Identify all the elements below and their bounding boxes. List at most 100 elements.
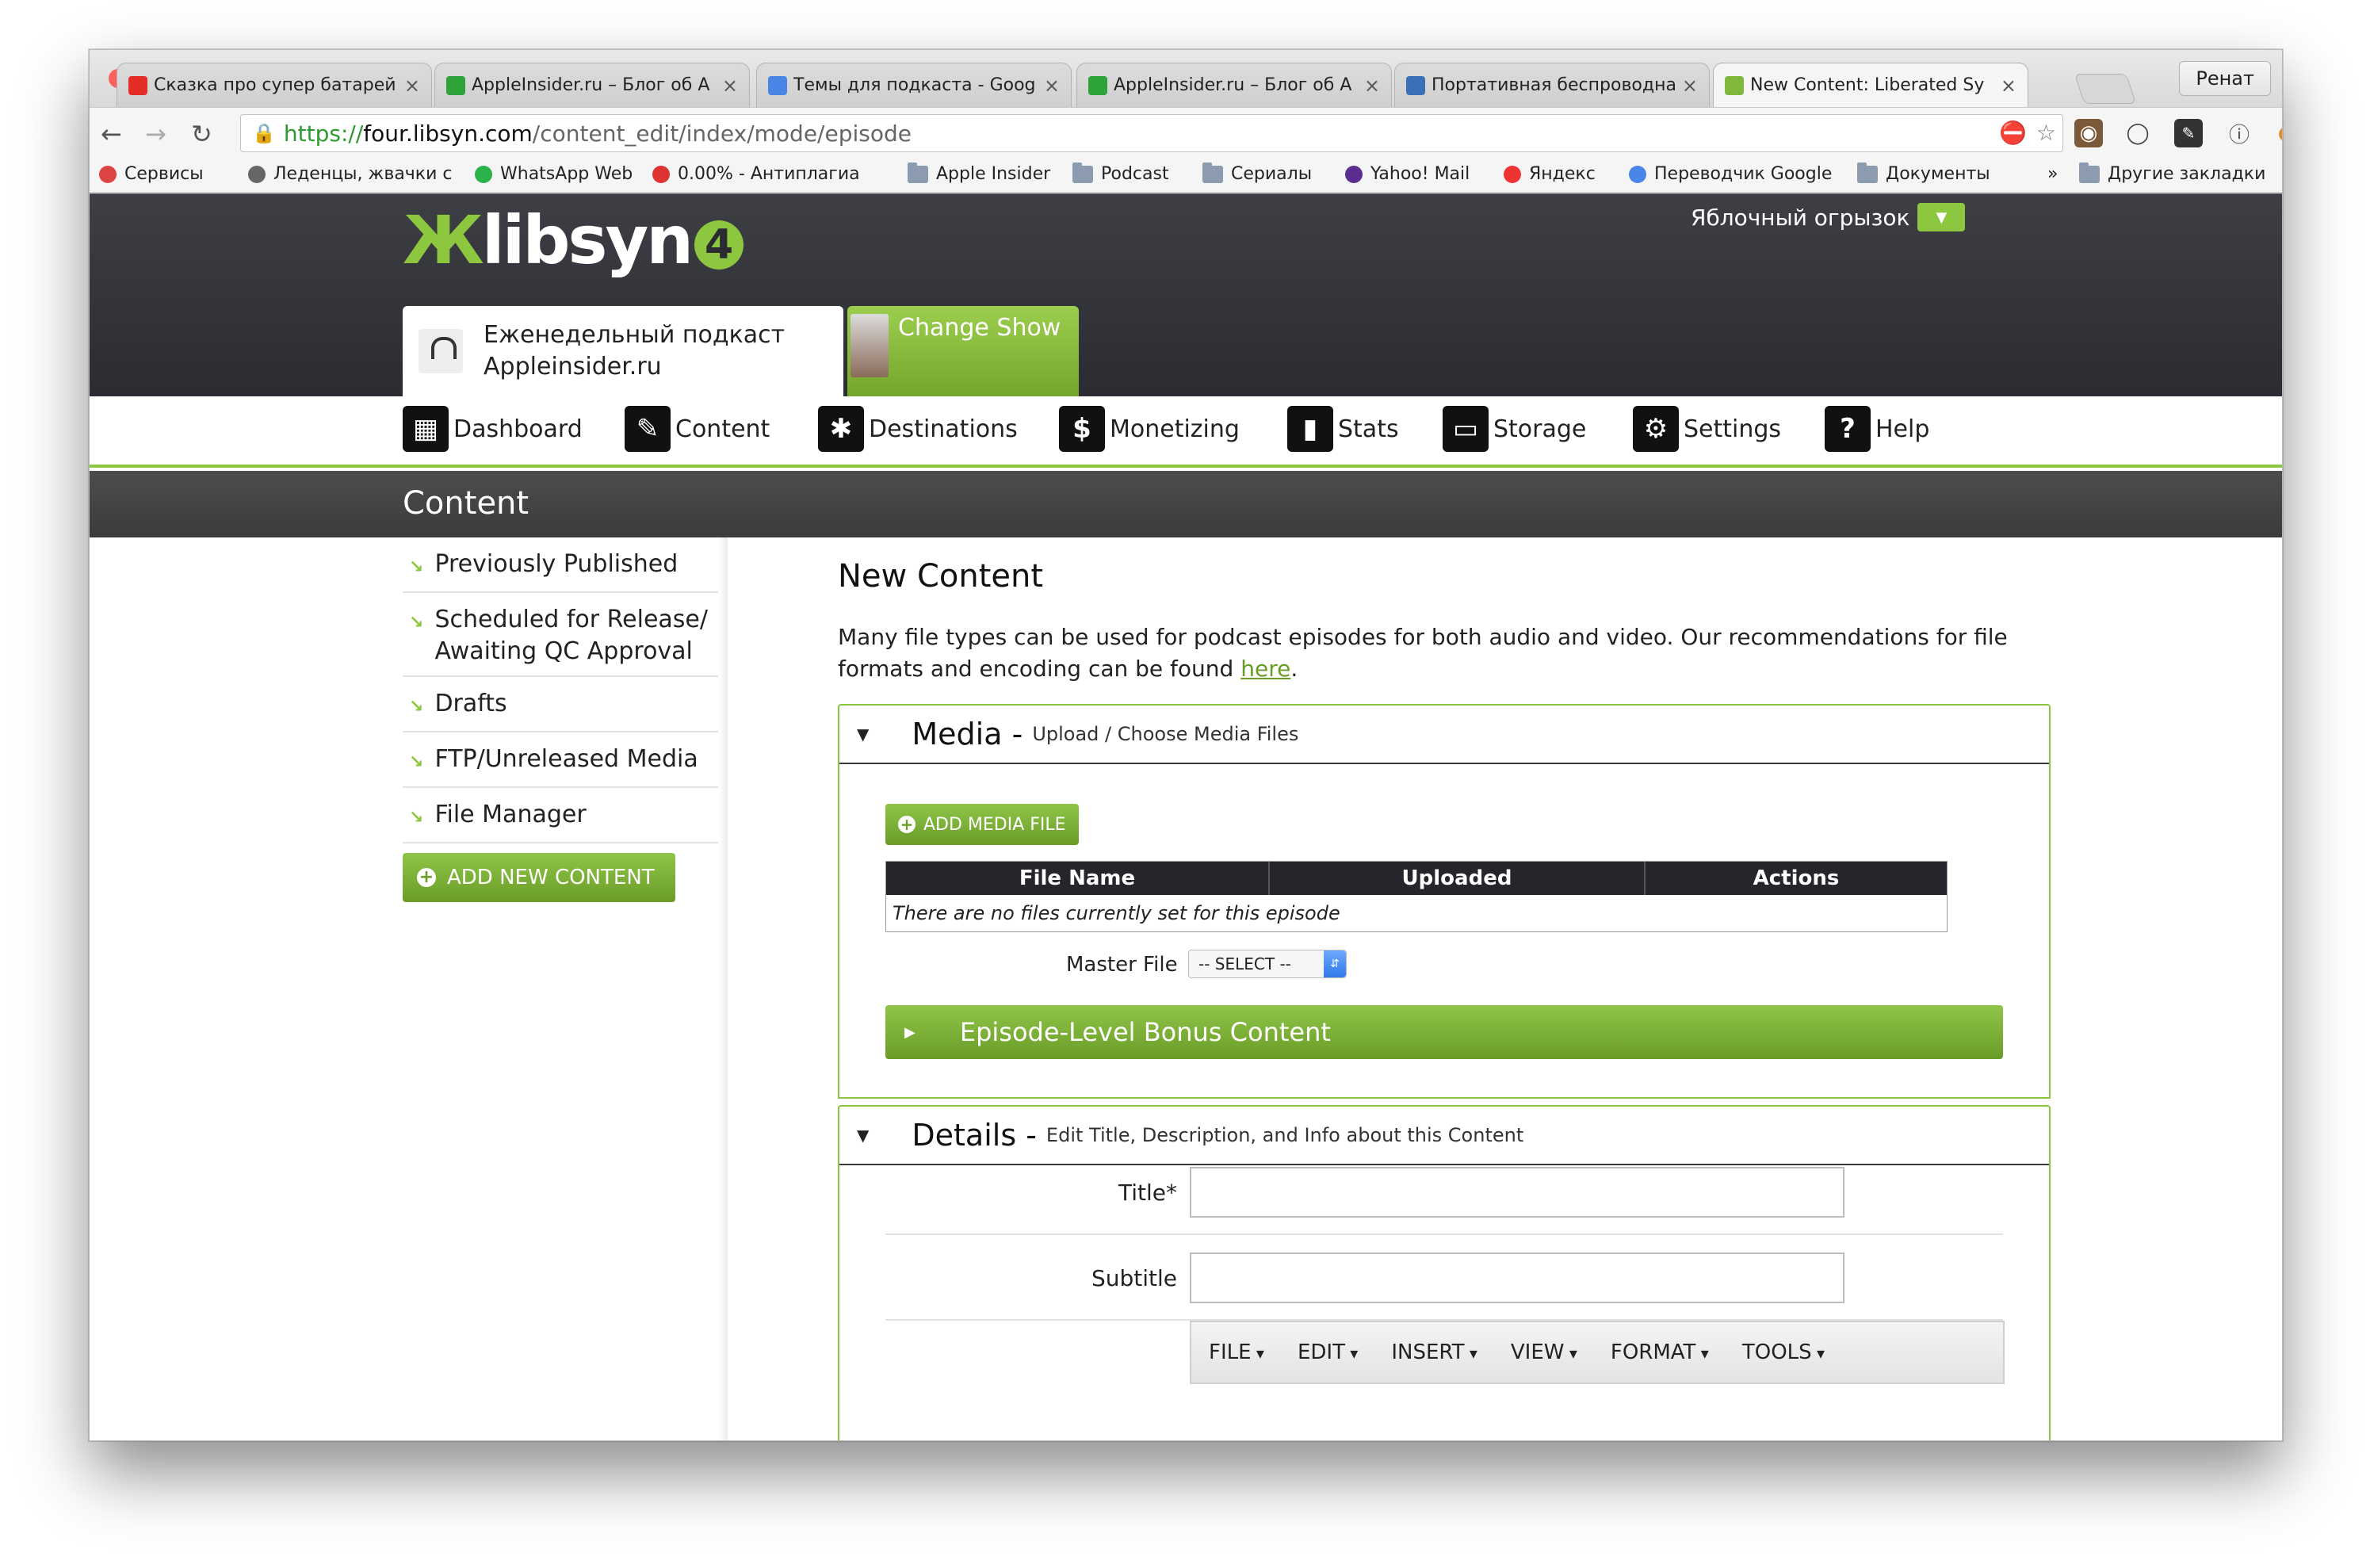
bookmark-label: Леденцы, жвачки с (273, 164, 453, 184)
editor-menu-insert[interactable]: INSERT (1391, 1340, 1477, 1364)
master-file-select[interactable]: -- SELECT -- ⇵ (1188, 950, 1347, 978)
back-arrow-icon[interactable]: ← (101, 119, 122, 149)
tab-close-icon[interactable]: × (1044, 75, 1060, 97)
master-file-label: Master File (1066, 953, 1178, 977)
nav-item-destinations[interactable]: ✱ Destinations (818, 404, 1018, 453)
sidebar-item[interactable]: ↘ Previously Published (403, 537, 718, 593)
nav-label: Settings (1684, 415, 1782, 443)
editor-menu-file[interactable]: FILE (1209, 1340, 1264, 1364)
tab-title: AppleInsider.ru – Блог об А (1114, 75, 1352, 95)
forward-arrow-icon[interactable]: → (145, 119, 166, 149)
editor-menu-view[interactable]: VIEW (1511, 1340, 1577, 1364)
details-subtitle: Edit Title, Description, and Info about … (1045, 1124, 1524, 1146)
account-menu[interactable]: Яблочный огрызок ▼ (1691, 203, 1966, 231)
bookmark-item[interactable]: Документы (1857, 162, 1990, 184)
help-icon: ? (1825, 406, 1871, 452)
nav-item-settings[interactable]: ⚙ Settings (1633, 404, 1781, 453)
bookmark-item[interactable]: WhatsApp Web (475, 164, 633, 184)
add-media-file-button[interactable]: + ADD MEDIA FILE (885, 804, 1079, 845)
editor-menu-edit[interactable]: EDIT (1298, 1340, 1358, 1364)
tab-title: Сказка про супер батарей (154, 75, 396, 95)
address-bar[interactable]: 🔒 https:// four.libsyn.com /content_edit… (240, 114, 2063, 152)
nav-item-monetizing[interactable]: $ Monetizing (1059, 404, 1240, 453)
bookmark-item[interactable]: Apple Insider (908, 162, 1050, 184)
browser-tab[interactable]: Сказка про супер батарей × (117, 63, 432, 107)
add-new-content-button[interactable]: + ADD NEW CONTENT (403, 853, 675, 902)
yandex-icon (1504, 165, 1521, 183)
content-icon: ✎ (625, 406, 671, 452)
gear-icon: ⚙ (1633, 406, 1679, 452)
bookmark-item[interactable]: 0.00% - Антиплагиа (652, 164, 860, 184)
instagram-extension-icon[interactable]: ◉ (2074, 119, 2103, 147)
new-tab-button[interactable] (2074, 74, 2137, 104)
current-show-tab[interactable]: Еженедельный подкаст Appleinsider.ru (403, 306, 843, 396)
chevron-down-icon[interactable]: ▼ (1917, 203, 1966, 231)
tab-close-icon[interactable]: × (722, 75, 738, 97)
google-translate-icon (1629, 165, 1646, 183)
bookmark-item[interactable]: Другие закладки (2079, 162, 2265, 184)
sidebar-item[interactable]: ↘ Drafts (403, 677, 718, 732)
extension-half-circle-icon[interactable]: ◐ (2273, 119, 2282, 147)
recommendations-link[interactable]: here (1240, 656, 1290, 682)
site-header: Жlibsyn 4 Яблочный огрызок ▼ Еженедельный… (90, 193, 2282, 396)
collapse-triangle-icon[interactable]: ▼ (857, 725, 869, 744)
bookmark-item[interactable]: Сервисы (99, 164, 204, 184)
nav-item-stats[interactable]: ▮ Stats (1287, 404, 1399, 453)
main-nav: ▦ Dashboard ✎ Content ✱ Destinations $ Monetizi… (90, 396, 2282, 468)
tab-close-icon[interactable]: × (1682, 75, 1698, 97)
details-panel: ▼ Details - Edit Title, Description, and… (838, 1105, 2051, 1440)
editor-menu-format[interactable]: FORMAT (1611, 1340, 1709, 1364)
url-scheme: https:// (283, 120, 364, 147)
bookmark-item[interactable]: Переводчик Google (1629, 164, 1832, 184)
sidebar-item[interactable]: ↘ Scheduled for Release/Awaiting QC Appro… (403, 593, 718, 677)
column-file-name[interactable]: File Name (886, 862, 1270, 895)
extension-badge-icon[interactable]: ✎ (2174, 119, 2203, 147)
nav-item-storage[interactable]: ▭ Storage (1443, 404, 1586, 453)
reload-icon[interactable]: ↻ (191, 119, 212, 149)
bookmark-item[interactable]: Сериалы (1202, 162, 1312, 184)
subtitle-input[interactable] (1190, 1252, 1844, 1303)
dollar-icon: $ (1059, 406, 1105, 452)
bookmark-item[interactable]: Podcast (1072, 162, 1169, 184)
bookmark-item[interactable]: Леденцы, жвачки с (248, 164, 452, 184)
table-header: File Name Uploaded Actions (886, 862, 1947, 895)
libsyn-logo[interactable]: Жlibsyn 4 (403, 201, 744, 279)
editor-menubar: FILE EDIT INSERT VIEW FORMAT TOOLS (1190, 1321, 2005, 1384)
browser-tab[interactable]: Портативная беспроводна × (1394, 63, 1710, 107)
browser-toolbar: ← → ↻ 🔒 https:// four.libsyn.com /conten… (90, 107, 2282, 158)
info-extension-icon[interactable]: ⓘ (2225, 119, 2253, 147)
folder-icon (908, 162, 928, 183)
adblock-icon[interactable]: ⛔ (1999, 120, 2027, 146)
column-uploaded[interactable]: Uploaded (1270, 862, 1646, 895)
editor-menu-tools[interactable]: TOOLS (1742, 1340, 1825, 1364)
bonus-content-toggle[interactable]: ▶ Episode-Level Bonus Content (885, 1005, 2003, 1059)
shield-extension-icon[interactable]: ◯ (2123, 119, 2152, 147)
browser-tab[interactable]: AppleInsider.ru – Блог об А × (434, 63, 750, 107)
sidebar-item[interactable]: ↘ FTP/Unreleased Media (403, 732, 718, 788)
master-file-row: Master File -- SELECT -- ⇵ (839, 943, 2049, 991)
collapse-triangle-icon[interactable]: ▼ (857, 1126, 869, 1145)
google-docs-icon (768, 75, 787, 95)
content-sidebar: ↘ Previously Published ↘ Scheduled for Rele… (403, 537, 728, 1440)
bookmark-item[interactable]: Yahoo! Mail (1345, 164, 1470, 184)
media-panel-header[interactable]: ▼ Media - Upload / Choose Media Files (839, 706, 2049, 764)
show-thumbnails (851, 314, 889, 377)
tab-close-icon[interactable]: × (1364, 75, 1380, 97)
bookmark-star-icon[interactable]: ☆ (2036, 120, 2056, 146)
tab-close-icon[interactable]: × (2001, 75, 2016, 97)
tab-title: Темы для подкаста - Goog (793, 75, 1036, 95)
nav-item-dashboard[interactable]: ▦ Dashboard (403, 404, 583, 453)
browser-tab[interactable]: AppleInsider.ru – Блог об А × (1076, 63, 1392, 107)
tab-close-icon[interactable]: × (404, 75, 420, 97)
profile-button[interactable]: Ренат (2179, 61, 2271, 96)
nav-item-content[interactable]: ✎ Content (625, 404, 770, 453)
change-show-tab[interactable]: Change Show (847, 306, 1079, 396)
sidebar-item[interactable]: ↘ File Manager (403, 788, 718, 843)
browser-tab[interactable]: New Content: Liberated Sy × (1713, 63, 2028, 107)
plus-circle-icon: + (898, 816, 916, 833)
bookmark-item[interactable]: Яндекс (1504, 164, 1596, 184)
bookmarks-overflow-icon[interactable]: » (2047, 164, 2058, 184)
nav-item-help[interactable]: ? Help (1825, 404, 1929, 453)
title-input[interactable] (1190, 1167, 1844, 1218)
browser-tab[interactable]: Темы для подкаста - Goog × (756, 63, 1072, 107)
